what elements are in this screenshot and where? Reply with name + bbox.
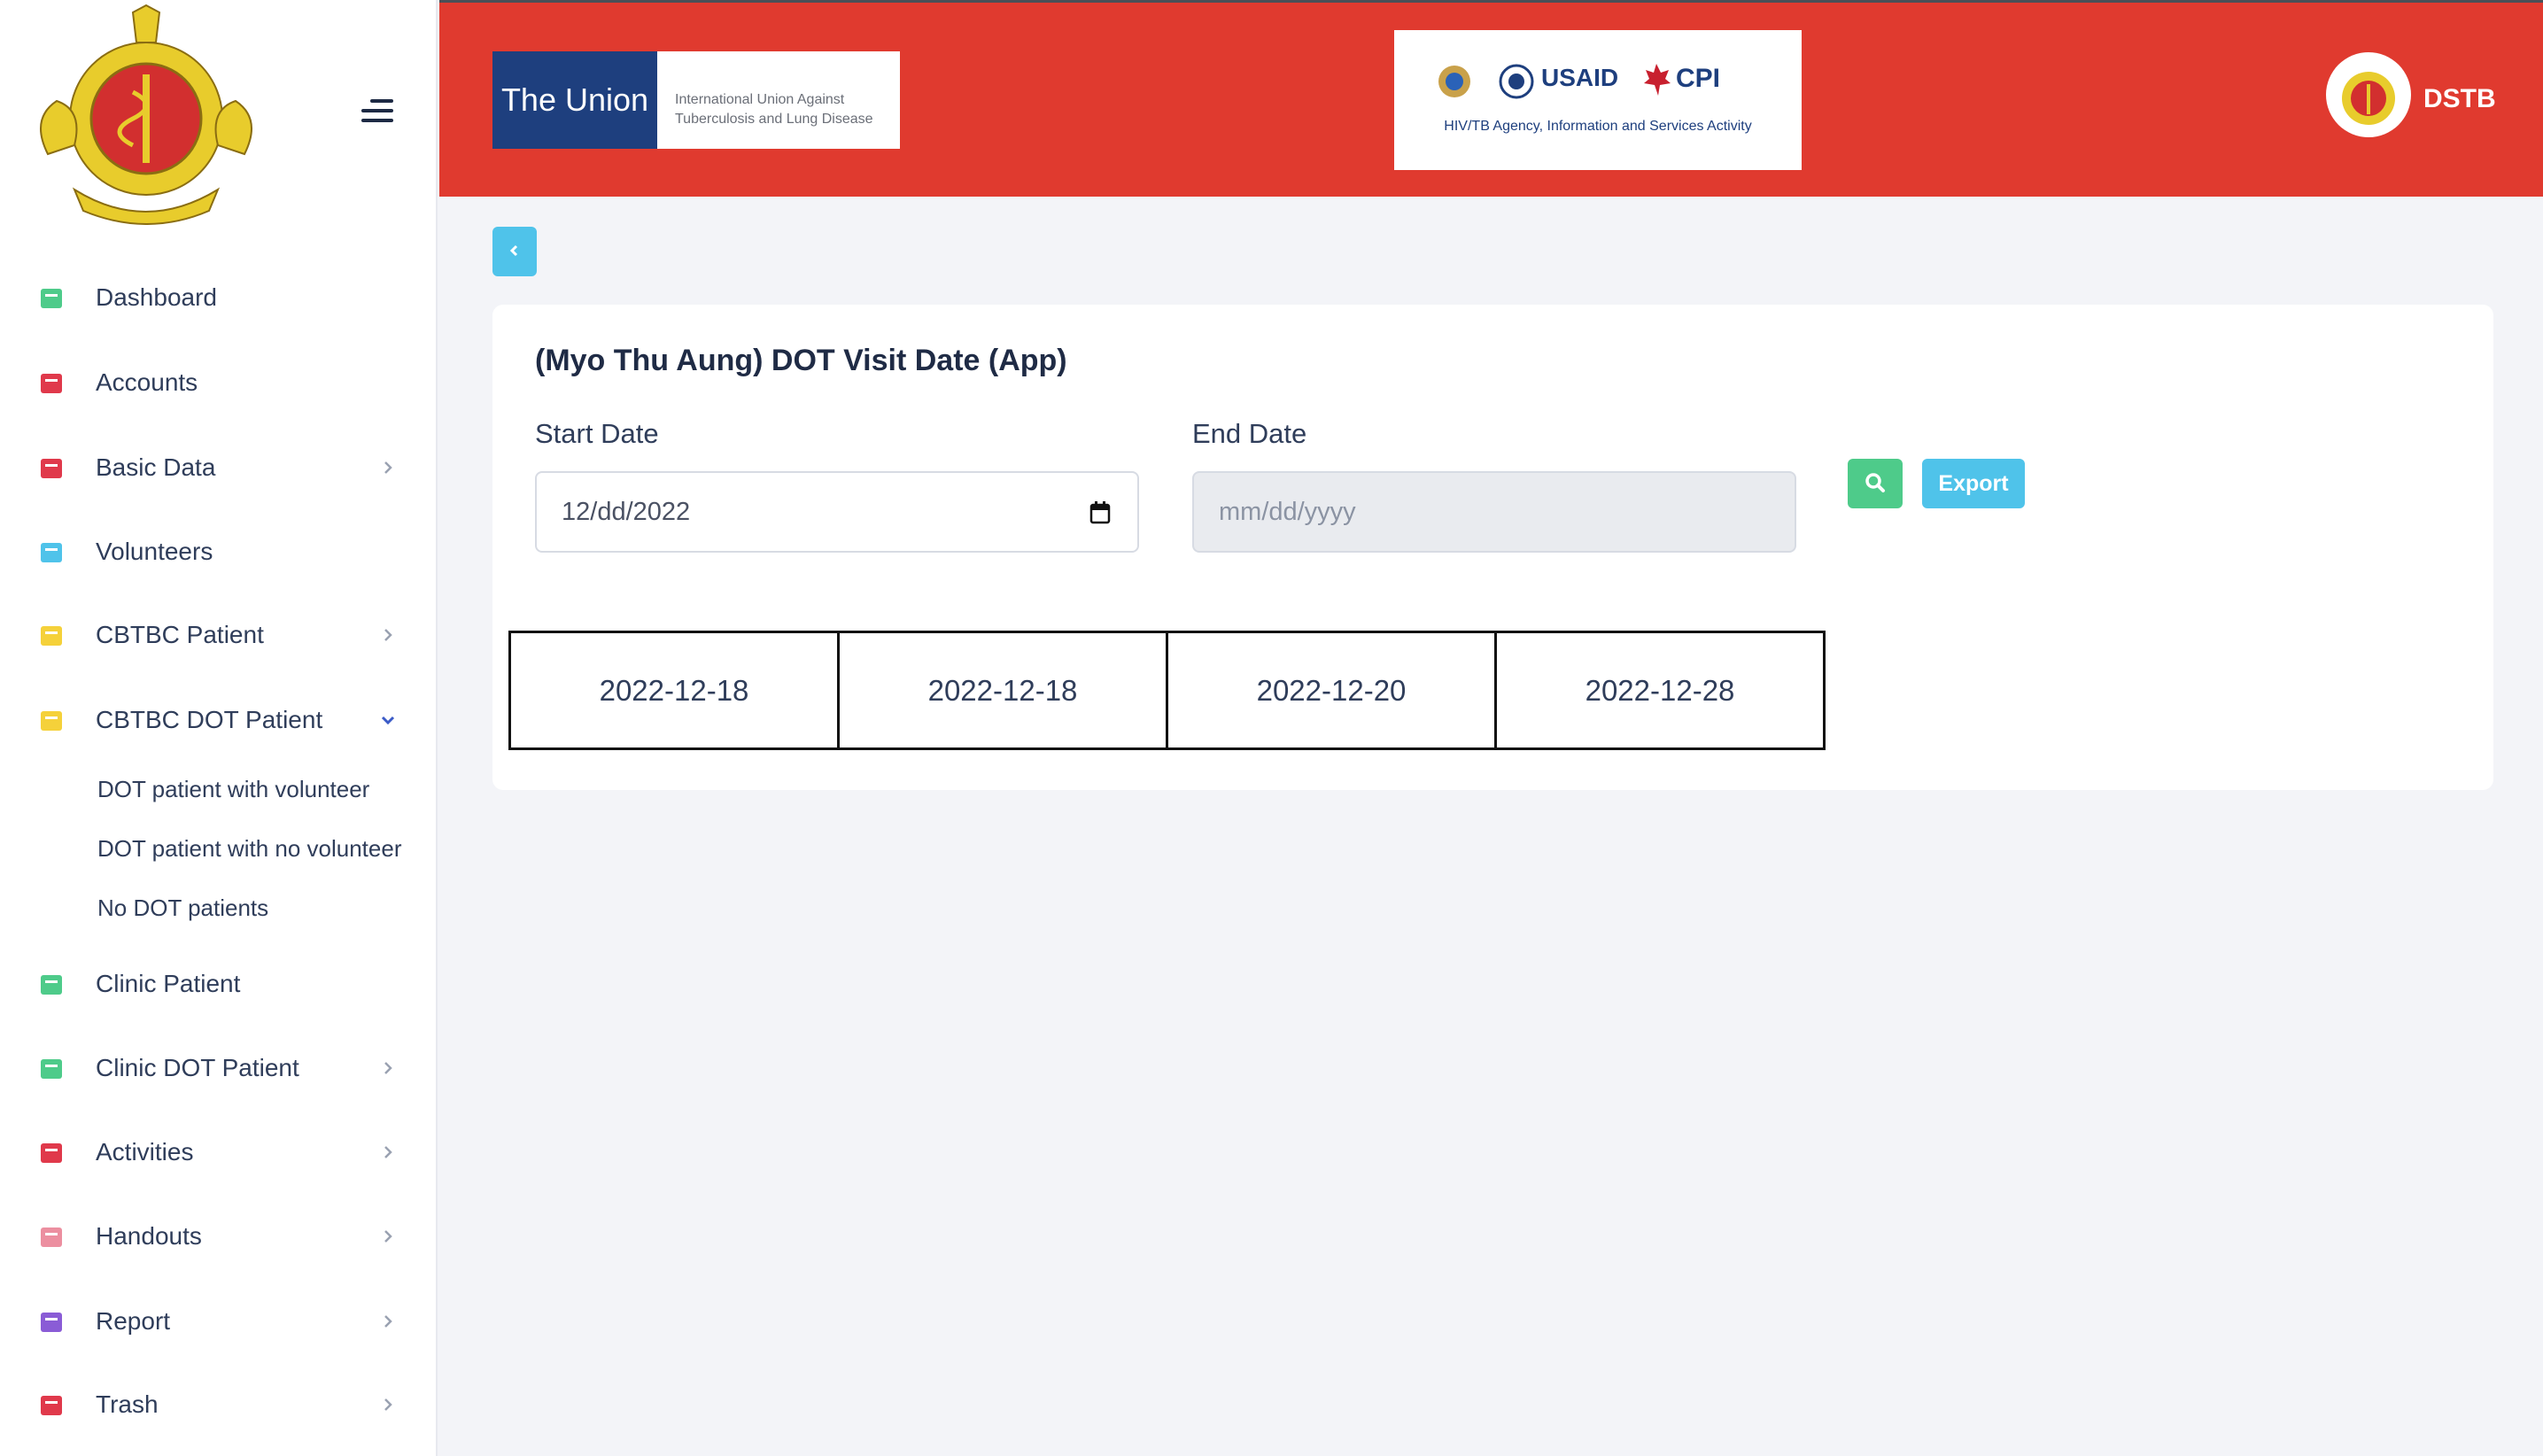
start-date-label: Start Date [535, 418, 659, 449]
sidebar-item-trash[interactable]: Trash [0, 1374, 438, 1436]
chevron-right-icon [384, 1146, 392, 1158]
user-avatar[interactable] [2326, 52, 2411, 137]
visit-dates-table: 2022-12-18 2022-12-18 2022-12-20 2022-12… [508, 631, 1826, 750]
sidebar-item-cbtbc-patient[interactable]: CBTBC Patient [0, 604, 438, 666]
the-union-logo: The Union International Union Against Tu… [492, 51, 900, 149]
usaid-label: USAID [1541, 64, 1619, 91]
chevron-right-icon [384, 1062, 392, 1074]
search-button[interactable] [1848, 459, 1903, 508]
cpi-label: CPI [1676, 64, 1721, 93]
end-date-input[interactable]: mm/dd/yyyy [1192, 471, 1796, 553]
export-button[interactable]: Export [1922, 459, 2025, 508]
box-icon [41, 374, 62, 393]
association-emblem-icon [2342, 72, 2395, 125]
union-name: The Union [492, 51, 657, 149]
end-date-label: End Date [1192, 418, 1307, 449]
visit-date-cell: 2022-12-18 [837, 631, 1168, 750]
menu-toggle-icon[interactable] [361, 99, 393, 124]
table-row: 2022-12-18 2022-12-18 2022-12-20 2022-12… [508, 631, 1826, 750]
sidebar-subitem-dot-with-volunteer[interactable]: DOT patient with volunteer [97, 776, 369, 803]
start-date-value: 12/dd/2022 [562, 497, 691, 526]
start-date-input[interactable]: 12/dd/2022 [535, 471, 1139, 553]
visit-date-cell: 2022-12-18 [508, 631, 840, 750]
maple-leaf-icon [1644, 64, 1671, 96]
box-icon [41, 1396, 62, 1415]
partner-emblems-icon [1438, 64, 1534, 99]
sidebar-subitem-no-dot-patients[interactable]: No DOT patients [97, 895, 268, 922]
box-icon [41, 975, 62, 995]
sidebar-item-handouts[interactable]: Handouts [0, 1205, 438, 1267]
box-icon [41, 289, 62, 308]
box-icon [41, 1228, 62, 1247]
sidebar-item-basic-data[interactable]: Basic Data [0, 437, 438, 499]
chevron-right-icon [384, 461, 392, 474]
page-title: (Myo Thu Aung) DOT Visit Date (App) [535, 344, 1067, 377]
top-header: The Union International Union Against Tu… [439, 0, 2543, 197]
sidebar-item-label: Volunteers [96, 538, 213, 565]
sidebar-subitem-dot-no-volunteer[interactable]: DOT patient with no volunteer [97, 835, 401, 863]
sidebar-item-label: CBTBC Patient [96, 621, 264, 648]
sidebar-item-label: Handouts [96, 1222, 202, 1250]
sidebar-item-label: Dashboard [96, 283, 217, 311]
box-icon [41, 543, 62, 562]
search-icon [1865, 472, 1885, 492]
chevron-right-icon [384, 1398, 392, 1411]
sidebar-item-dashboard[interactable]: Dashboard [0, 267, 438, 329]
user-name[interactable]: DSTB [2423, 84, 2496, 114]
sidebar: Dashboard Accounts Basic Data Volunteers… [0, 0, 438, 1456]
back-button[interactable] [492, 227, 537, 276]
sidebar-item-volunteers[interactable]: Volunteers [0, 521, 438, 583]
sidebar-item-activities[interactable]: Activities [0, 1121, 438, 1183]
chevron-right-icon [384, 1315, 392, 1328]
sidebar-item-label: Clinic Patient [96, 970, 241, 997]
sidebar-item-clinic-dot-patient[interactable]: Clinic DOT Patient [0, 1037, 438, 1099]
box-icon [41, 626, 62, 646]
sidebar-item-label: CBTBC DOT Patient [96, 706, 323, 733]
partner-caption: HIV/TB Agency, Information and Services … [1444, 119, 1752, 134]
calendar-icon[interactable] [1089, 501, 1111, 524]
sidebar-item-label: Activities [96, 1138, 194, 1166]
chevron-down-icon [381, 716, 395, 725]
box-icon [41, 1059, 62, 1079]
chevron-right-icon [384, 629, 392, 641]
sidebar-item-report[interactable]: Report [0, 1290, 438, 1352]
sidebar-item-cbtbc-dot-patient[interactable]: CBTBC DOT Patient [0, 689, 438, 751]
partner-logos: USAID CPI HIV/TB Agency, Information and… [1394, 30, 1802, 170]
chevron-left-icon [509, 244, 518, 256]
box-icon [41, 459, 62, 478]
association-logo [21, 4, 271, 225]
box-icon [41, 711, 62, 731]
chevron-right-icon [384, 1230, 392, 1243]
sidebar-item-label: Basic Data [96, 453, 216, 481]
sidebar-item-label: Clinic DOT Patient [96, 1054, 299, 1081]
box-icon [41, 1143, 62, 1163]
box-icon [41, 1313, 62, 1332]
sidebar-item-accounts[interactable]: Accounts [0, 352, 438, 414]
sidebar-item-label: Trash [96, 1390, 159, 1418]
sidebar-item-label: Report [96, 1307, 171, 1335]
union-tagline: International Union Against Tuberculosis… [675, 92, 873, 127]
visit-date-cell: 2022-12-20 [1166, 631, 1497, 750]
sidebar-item-label: Accounts [96, 368, 198, 396]
visit-date-card: (Myo Thu Aung) DOT Visit Date (App) Star… [492, 305, 2493, 790]
end-date-placeholder: mm/dd/yyyy [1219, 497, 1356, 526]
visit-date-cell: 2022-12-28 [1494, 631, 1826, 750]
sidebar-item-clinic-patient[interactable]: Clinic Patient [0, 953, 438, 1015]
